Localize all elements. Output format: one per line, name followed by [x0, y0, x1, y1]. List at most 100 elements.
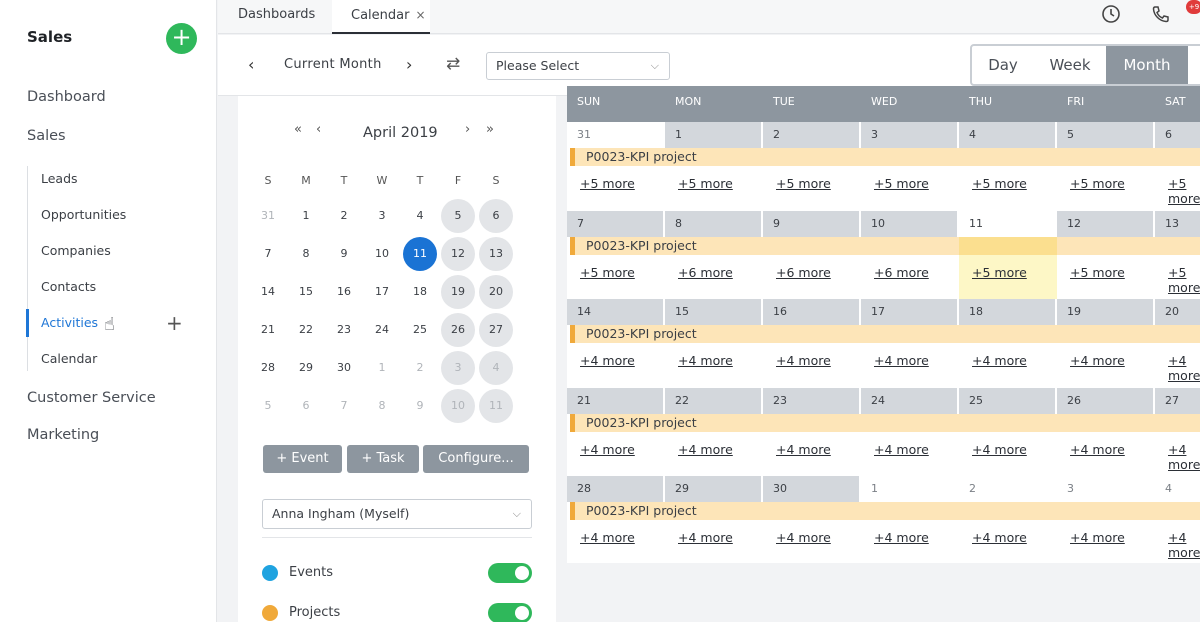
chevron-right-icon[interactable]: › — [465, 122, 470, 137]
more-events-link[interactable]: +4 more — [776, 530, 831, 545]
mini-calendar-day[interactable]: 30 — [327, 351, 361, 385]
mini-calendar-day[interactable]: 31 — [251, 199, 285, 233]
day-number[interactable]: 12 — [1057, 210, 1155, 237]
mini-calendar-day[interactable]: 4 — [403, 199, 437, 233]
sidebar-item-contacts[interactable]: Contacts — [41, 279, 96, 294]
day-number[interactable]: 4 — [959, 122, 1057, 148]
mini-calendar-day[interactable]: 5 — [251, 389, 285, 423]
view-week-button[interactable]: Week — [1034, 46, 1106, 84]
more-events-link[interactable]: +5 more — [1168, 176, 1200, 206]
more-events-link[interactable]: +5 more — [776, 176, 831, 191]
day-number[interactable]: 6 — [1155, 122, 1200, 148]
filter-select[interactable]: Please Select ⌵ — [486, 52, 670, 80]
day-number[interactable]: 5 — [1057, 122, 1155, 148]
more-events-link[interactable]: +4 more — [580, 530, 635, 545]
add-icon[interactable]: + — [166, 23, 197, 54]
day-number[interactable]: 15 — [665, 299, 763, 325]
mini-calendar-day[interactable]: 11 — [479, 389, 513, 423]
mini-calendar-day[interactable]: 25 — [403, 313, 437, 347]
close-icon[interactable]: × — [415, 8, 425, 22]
day-number[interactable]: 23 — [763, 387, 861, 414]
double-chevron-left-icon[interactable]: « — [294, 122, 302, 137]
mini-calendar-day[interactable]: 10 — [441, 389, 475, 423]
mini-calendar-day[interactable]: 19 — [441, 275, 475, 309]
day-number[interactable]: 3 — [861, 122, 959, 148]
events-toggle[interactable] — [488, 563, 532, 583]
view-month-button[interactable]: Month — [1106, 46, 1188, 84]
mini-calendar-day[interactable]: 7 — [251, 237, 285, 271]
day-number[interactable]: 27 — [1155, 387, 1200, 414]
chevron-left-icon[interactable]: ‹ — [316, 122, 321, 137]
day-number[interactable]: 13 — [1155, 210, 1200, 237]
more-events-link[interactable]: +5 more — [580, 265, 635, 280]
mini-calendar-day[interactable]: 2 — [327, 199, 361, 233]
mini-calendar-day[interactable]: 9 — [403, 389, 437, 423]
more-events-link[interactable]: +4 more — [1070, 353, 1125, 368]
sidebar-item-customer-service[interactable]: Customer Service — [27, 390, 156, 406]
more-events-link[interactable]: +5 more — [678, 176, 733, 191]
sidebar-item-calendar[interactable]: Calendar — [41, 351, 97, 366]
more-events-link[interactable]: +4 more — [874, 353, 929, 368]
mini-calendar-day[interactable]: 16 — [327, 275, 361, 309]
day-number[interactable]: 29 — [665, 476, 763, 502]
day-number[interactable]: 4 — [1155, 476, 1200, 502]
day-number[interactable]: 30 — [763, 476, 861, 502]
day-number[interactable]: 31 — [567, 122, 665, 148]
mini-calendar-day[interactable]: 12 — [441, 237, 475, 271]
mini-calendar-day[interactable]: 7 — [327, 389, 361, 423]
more-events-link[interactable]: +4 more — [972, 353, 1027, 368]
more-events-link[interactable]: +5 more — [972, 265, 1027, 280]
day-number[interactable]: 16 — [763, 299, 861, 325]
more-events-link[interactable]: +4 more — [776, 353, 831, 368]
configure-button[interactable]: Configure... — [423, 445, 529, 473]
more-events-link[interactable]: +5 more — [580, 176, 635, 191]
chevron-right-icon[interactable]: › — [406, 55, 412, 74]
mini-calendar-day[interactable]: 10 — [365, 237, 399, 271]
day-number[interactable]: 21 — [567, 387, 665, 414]
mini-calendar-day[interactable]: 13 — [479, 237, 513, 271]
day-number[interactable]: 11 — [959, 210, 1057, 237]
mini-calendar-day[interactable]: 6 — [479, 199, 513, 233]
mini-calendar-day[interactable]: 24 — [365, 313, 399, 347]
sidebar-item-marketing[interactable]: Marketing — [27, 427, 99, 443]
more-events-link[interactable]: +5 more — [1070, 265, 1125, 280]
mini-calendar-day[interactable]: 22 — [289, 313, 323, 347]
mini-calendar-day[interactable]: 27 — [479, 313, 513, 347]
phone-icon[interactable] — [1150, 4, 1172, 26]
current-month-button[interactable]: Current Month — [284, 57, 382, 72]
more-events-link[interactable]: +4 more — [874, 442, 929, 457]
mini-calendar-day[interactable]: 14 — [251, 275, 285, 309]
day-number[interactable]: 1 — [861, 476, 959, 502]
mini-calendar-day[interactable]: 11 — [403, 237, 437, 271]
mini-calendar-day[interactable]: 8 — [289, 237, 323, 271]
day-number[interactable]: 8 — [665, 210, 763, 237]
sidebar-item-leads[interactable]: Leads — [41, 171, 78, 186]
day-number[interactable]: 7 — [567, 210, 665, 237]
more-events-link[interactable]: +4 more — [580, 442, 635, 457]
sync-icon[interactable]: ⇄ — [446, 54, 460, 74]
day-number[interactable]: 24 — [861, 387, 959, 414]
mini-calendar-day[interactable]: 20 — [479, 275, 513, 309]
more-events-link[interactable]: +4 more — [1070, 442, 1125, 457]
day-number[interactable]: 26 — [1057, 387, 1155, 414]
add-activity-icon[interactable]: + — [166, 311, 183, 335]
more-events-link[interactable]: +5 more — [1168, 265, 1200, 295]
day-number[interactable]: 22 — [665, 387, 763, 414]
more-events-link[interactable]: +4 more — [972, 530, 1027, 545]
sidebar-item-activities[interactable]: Activities — [41, 315, 98, 330]
mini-calendar-day[interactable]: 4 — [479, 351, 513, 385]
day-number[interactable]: 19 — [1057, 299, 1155, 325]
mini-calendar-day[interactable]: 28 — [251, 351, 285, 385]
more-events-link[interactable]: +4 more — [1070, 530, 1125, 545]
mini-calendar-day[interactable]: 17 — [365, 275, 399, 309]
day-number[interactable]: 10 — [861, 210, 959, 237]
mini-calendar-day[interactable]: 21 — [251, 313, 285, 347]
mini-calendar-day[interactable]: 8 — [365, 389, 399, 423]
tab-dashboards[interactable]: Dashboards — [238, 0, 315, 34]
mini-calendar-day[interactable]: 5 — [441, 199, 475, 233]
project-event-bar[interactable]: P0023-KPI project — [570, 502, 1200, 520]
more-events-link[interactable]: +4 more — [678, 353, 733, 368]
clock-icon[interactable] — [1100, 4, 1122, 26]
mini-calendar-day[interactable]: 9 — [327, 237, 361, 271]
more-events-link[interactable]: +5 more — [874, 176, 929, 191]
